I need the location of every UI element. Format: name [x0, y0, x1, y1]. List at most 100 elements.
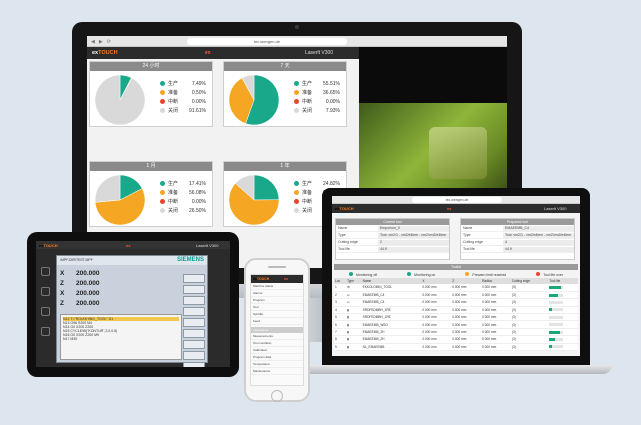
side-nav-icon[interactable]: [41, 267, 50, 276]
table-cell: 0.000 mm: [481, 328, 511, 337]
table-row[interactable]: 9 ▮ NL_EMAEEMB 0.000 mm 0.000 mm 0.000 mm (3): [334, 343, 578, 352]
table-cell: 0.000 mm: [481, 298, 511, 307]
info-row: Tool life 44.9: [461, 246, 574, 253]
pie-chart: [95, 75, 145, 125]
phone-list-item[interactable]: Machine status: [251, 283, 303, 290]
laptop-address-bar[interactable]: tec.wengen.de: [412, 197, 502, 203]
phone-list-item[interactable]: Program data: [251, 354, 303, 361]
tool-life-bar: [549, 293, 564, 297]
table-row[interactable]: 7 ▮ EMAEEMB_2H 0.000 mm 0.000 mm 0.000 mm (3): [334, 328, 578, 337]
table-row[interactable]: 4 ▮ SRDFEDMBH_1RE 0.000 mm 0.000 mm 0.000 mm(…: [334, 306, 578, 315]
pie-chart-panel: 24 小时 生产 7.49% 准备 0.50% 中断 0.00% 关闭 91.61%: [89, 61, 213, 127]
table-cell: 0.000 mm: [421, 343, 452, 352]
legend-dot: [407, 272, 412, 276]
legend-value: 91.61%: [189, 107, 206, 114]
tool-legend-item: Monitoring off: [349, 272, 377, 277]
phone-list-item[interactable]: Temperature: [251, 361, 303, 368]
softkey-button[interactable]: [183, 351, 205, 360]
softkey-button[interactable]: [183, 362, 205, 367]
info-row: Tool life 44.9: [336, 246, 449, 253]
legend-value: 36.65%: [323, 89, 340, 96]
legend-entry: 生产 17.41%: [160, 179, 212, 188]
table-row[interactable]: 1 ⚙ EKKOLOMIN_TOOL 0.000 mm 0.000 mm 0.000 mm…: [334, 284, 578, 292]
side-nav-icon[interactable]: [41, 327, 50, 336]
axis-name: Z: [60, 280, 64, 287]
browser-nav-icons[interactable]: ◀▶⟳: [91, 39, 115, 45]
table-cell: [548, 284, 578, 292]
table-cell: [548, 306, 578, 315]
legend-value: 0.00%: [325, 98, 340, 105]
table-cell: 0.000 mm: [451, 306, 482, 315]
phone-list-item[interactable]: Program: [251, 297, 303, 304]
phone-list-item[interactable]: Maintenance: [251, 368, 303, 375]
legend-entry: 准备 36.65%: [294, 88, 346, 97]
legend-dot: [294, 108, 299, 113]
tool-life-bar: [549, 300, 564, 304]
table-cell: 0.000 mm: [451, 291, 482, 300]
legend-value: 26.50%: [189, 207, 206, 214]
phone-list-item[interactable]: Tool: [251, 304, 303, 311]
table-cell: 0.000 mm: [451, 320, 482, 329]
tool-life-bar: [549, 285, 564, 289]
table-cell: ▮: [346, 306, 362, 315]
pie-legend: 生产 7.49% 准备 0.50% 中断 0.00% 关闭 91.61%: [160, 79, 212, 115]
table-row[interactable]: 6 ▮ EMAEEMB_WSO 0.000 mm 0.000 mm 0.000 mm (3): [334, 320, 578, 329]
phone-list-item[interactable]: Spindle: [251, 311, 303, 318]
phone-list-item[interactable]: Measurements: [251, 333, 303, 340]
legend-value: 0.00%: [191, 98, 206, 105]
table-row[interactable]: 3 ⊔ EMAEEMB_C4 0.000 mm 0.000 mm 0.000 mm (3): [334, 298, 578, 307]
camera-header: [359, 47, 507, 103]
axis-value: 200.000: [76, 300, 100, 307]
laptop-machine-name: Laserlt V300: [544, 206, 567, 211]
table-cell: 0.000 mm: [421, 313, 452, 322]
table-cell: 0.000 mm: [481, 306, 511, 315]
table-cell: [548, 343, 578, 352]
info-value: 44.9: [378, 246, 449, 252]
hmi-topbar: /MPF.DIR/TEST.MPF SIEMENS: [57, 256, 207, 265]
phone-list-item[interactable]: Calibrated: [251, 347, 303, 354]
legend-dot: [160, 81, 165, 86]
softkey-button[interactable]: [183, 318, 205, 327]
table-cell: (3): [510, 298, 549, 307]
tool-list-title: Toolist: [334, 264, 578, 270]
home-button[interactable]: [271, 390, 283, 402]
legend-label: 生产: [302, 181, 313, 187]
phone-list-item[interactable]: Alarms: [251, 290, 303, 297]
legend-dot: [294, 199, 299, 204]
phone-brand-red-mark: ex: [284, 277, 288, 281]
pie-slice: [253, 175, 279, 201]
table-cell: 0.000 mm: [421, 328, 452, 337]
softkey-button[interactable]: [183, 285, 205, 294]
phone-list-item[interactable]: Tool condition: [251, 340, 303, 347]
table-row[interactable]: 8 ▮ EMAEEMB_2H 0.000 mm 0.000 mm 0.000 mm (3): [334, 335, 578, 344]
softkey-button[interactable]: [183, 329, 205, 338]
side-nav-icon[interactable]: [41, 287, 50, 296]
table-row[interactable]: 2 ⊔ EMAEEMB_C4 0.000 mm 0.000 mm 0.000 mm (3): [334, 291, 578, 300]
legend-label: 准备: [168, 90, 179, 96]
table-cell: EMAEEMB_C4: [361, 298, 422, 307]
pie-chart: [229, 75, 279, 125]
info-value: EMAEEMB_C4: [503, 225, 574, 231]
table-cell: EMAEEMB_WSO: [361, 320, 422, 329]
legend-dot: [294, 208, 299, 213]
program-path: /MPF.DIR/TEST.MPF: [60, 258, 93, 262]
softkey-button[interactable]: [183, 340, 205, 349]
phone-list-item[interactable]: Feed: [251, 318, 303, 325]
address-bar[interactable]: tec.wengen.de: [187, 38, 347, 45]
info-row: Name EMAEEMB_C4: [461, 225, 574, 232]
legend-label: 准备: [302, 190, 313, 196]
side-nav-icon[interactable]: [41, 307, 50, 316]
softkey-button[interactable]: [183, 307, 205, 316]
info-value: Emporium_0: [378, 225, 449, 231]
softkey-button[interactable]: [183, 274, 205, 283]
prepared-tool-box: Prepared tool Name EMAEEMB_C4 Type Tool: v…: [460, 218, 575, 260]
table-row[interactable]: 5 ▮ SRDFEDMBH_1RE 0.000 mm 0.000 mm 0.000 mm(…: [334, 313, 578, 322]
table-cell: (3): [510, 313, 549, 322]
tool-life-fill: [549, 293, 558, 297]
axis-name: X: [60, 270, 65, 277]
program-editor[interactable]: N12 T="ROUGHING_TOOL" D1 N13 G96 S200 M4 N…: [60, 314, 182, 360]
softkey-button[interactable]: [183, 296, 205, 305]
legend-entry: 关闭 91.61%: [160, 106, 212, 115]
legend-label: 关闭: [302, 108, 313, 114]
table-cell: EMAEEMB_2H: [361, 335, 422, 344]
